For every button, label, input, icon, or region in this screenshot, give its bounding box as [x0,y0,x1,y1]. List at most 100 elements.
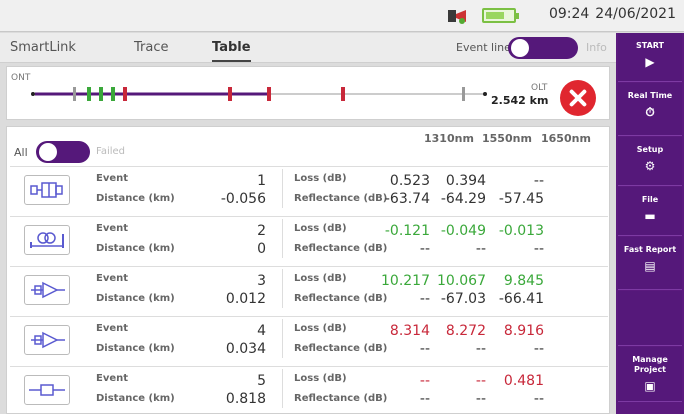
connector-icon [24,225,70,255]
event-number: 4 [257,323,266,339]
event-label: Event [96,373,129,384]
tab-smartlink[interactable]: SmartLink [10,40,76,55]
event-line-label: Event line [456,41,511,54]
sidebar-setup-button[interactable]: Setup ⚙ [618,137,682,186]
reflectance-value: -63.74 [384,191,430,207]
event-distance: 0.034 [225,341,266,357]
status-bar: 09:24 24/06/2021 [0,0,684,32]
sidebar-button-label: Setup [636,145,664,154]
distance-label: Distance (km) [96,193,175,204]
sidebar-file-button[interactable]: File ▬ [618,187,682,236]
row-divider [282,219,283,258]
sidebar-real-time-button[interactable]: Real Time ⏱ [618,83,682,136]
tab-trace[interactable]: Trace [134,40,169,55]
toggle-knob [39,143,57,161]
tab-bar: SmartLink Trace Table Event line Info [0,33,616,63]
event-number: 3 [257,273,266,289]
report-icon: ▤ [644,259,656,273]
distance-label: Distance (km) [96,343,175,354]
link-event-marker [87,87,91,101]
event-row[interactable]: Event Distance (km) 3 0.012 Loss (dB) Reflect… [10,266,608,310]
event-row[interactable]: Event Distance (km) 5 0.818 Loss (dB) Reflect… [10,366,608,410]
loss-label: Loss (dB) [294,173,347,184]
reflectance-value: -- [533,241,544,257]
loss-value: 0.394 [445,173,486,189]
row-divider [282,269,283,308]
status-date: 24/06/2021 [595,6,676,22]
link-event-marker [341,87,345,101]
link-start-point [31,92,35,96]
link-event-marker [73,87,76,101]
loss-value: 0.523 [389,173,430,189]
loss-value: -- [475,373,486,389]
loss-value: -0.013 [498,223,544,239]
loss-value: 8.916 [503,323,544,339]
reflectance-value: -- [419,391,430,407]
sidebar-button-label: START [635,41,665,50]
close-button[interactable] [560,80,596,116]
reflectance-value: -57.45 [498,191,544,207]
event-line-toggle[interactable] [508,37,578,59]
folder-icon: ▬ [644,209,656,223]
row-divider [282,319,283,358]
event-number: 2 [257,223,266,239]
event-distance: 0.012 [225,291,266,307]
link-end-point [483,92,487,96]
wavelength-header: 1650nm [541,132,591,145]
timer-icon: ⏱ [645,105,655,119]
reflectance-value: -66.41 [498,291,544,307]
loss-value: 0.481 [503,373,544,389]
distance-label: Distance (km) [96,393,175,404]
loss-label: Loss (dB) [294,223,347,234]
event-row[interactable]: Event Distance (km) 1 -0.056 Loss (dB) Reflec… [10,166,608,210]
link-map[interactable]: ONT OLT 2.542 km [6,66,610,120]
event-distance: -0.056 [220,191,266,207]
reflectance-value: -- [533,391,544,407]
event-distance: 0 [257,241,266,257]
info-label: Info [586,41,607,54]
loss-value: 8.272 [445,323,486,339]
link-event-marker [267,87,271,101]
event-distance: 0.818 [225,391,266,407]
sidebar-button-label: Manage Project [632,355,668,374]
sidebar-button-label: File [641,195,659,204]
reflectance-value: -- [419,241,430,257]
event-row[interactable]: Event Distance (km) 4 0.034 Loss (dB) Reflect… [10,316,608,360]
reflectance-value: -- [475,341,486,357]
link-event-marker [123,87,127,101]
fiber-end-icon [24,375,70,405]
tab-table[interactable]: Table [212,40,251,62]
link-map-diagram [31,87,487,101]
loss-value: -- [533,173,544,189]
loss-value: -0.049 [440,223,486,239]
sidebar-button-label: Fast Report [623,245,677,254]
filter-toggle[interactable] [36,141,90,163]
sidebar-start-button[interactable]: START ▶ [618,33,682,82]
sidebar: START ▶ Real Time ⏱ Setup ⚙ File ▬ Fast Report ▤ M… [616,33,684,414]
event-row[interactable]: Event Distance (km) 2 0 Loss (dB) Reflectance… [10,216,608,260]
row-divider [282,169,283,208]
loss-label: Loss (dB) [294,373,347,384]
battery-icon [482,8,519,23]
wavelength-header: 1550nm [482,132,532,145]
distance-label: Distance (km) [96,293,175,304]
filter-all-label: All [14,146,28,159]
sidebar-fast-report-button[interactable]: Fast Report ▤ [618,237,682,290]
loss-value: 10.217 [381,273,430,289]
reflectance-value: -- [475,241,486,257]
row-divider [282,369,283,408]
reflectance-value: -64.29 [440,191,486,207]
splitter-1xn-icon [24,325,70,355]
event-label: Event [96,173,129,184]
toggle-knob [511,39,529,57]
link-event-marker [462,87,465,101]
loss-label: Loss (dB) [294,273,347,284]
event-number: 5 [257,373,266,389]
reflectance-value: -- [533,341,544,357]
loss-label: Loss (dB) [294,323,347,334]
sidebar-button-label: Real Time [627,91,673,100]
clock: 09:24 24/06/2021 [543,6,676,22]
link-event-marker [228,87,232,101]
sidebar-manage-project-button[interactable]: Manage Project ▣ [618,347,682,402]
event-label: Event [96,223,129,234]
